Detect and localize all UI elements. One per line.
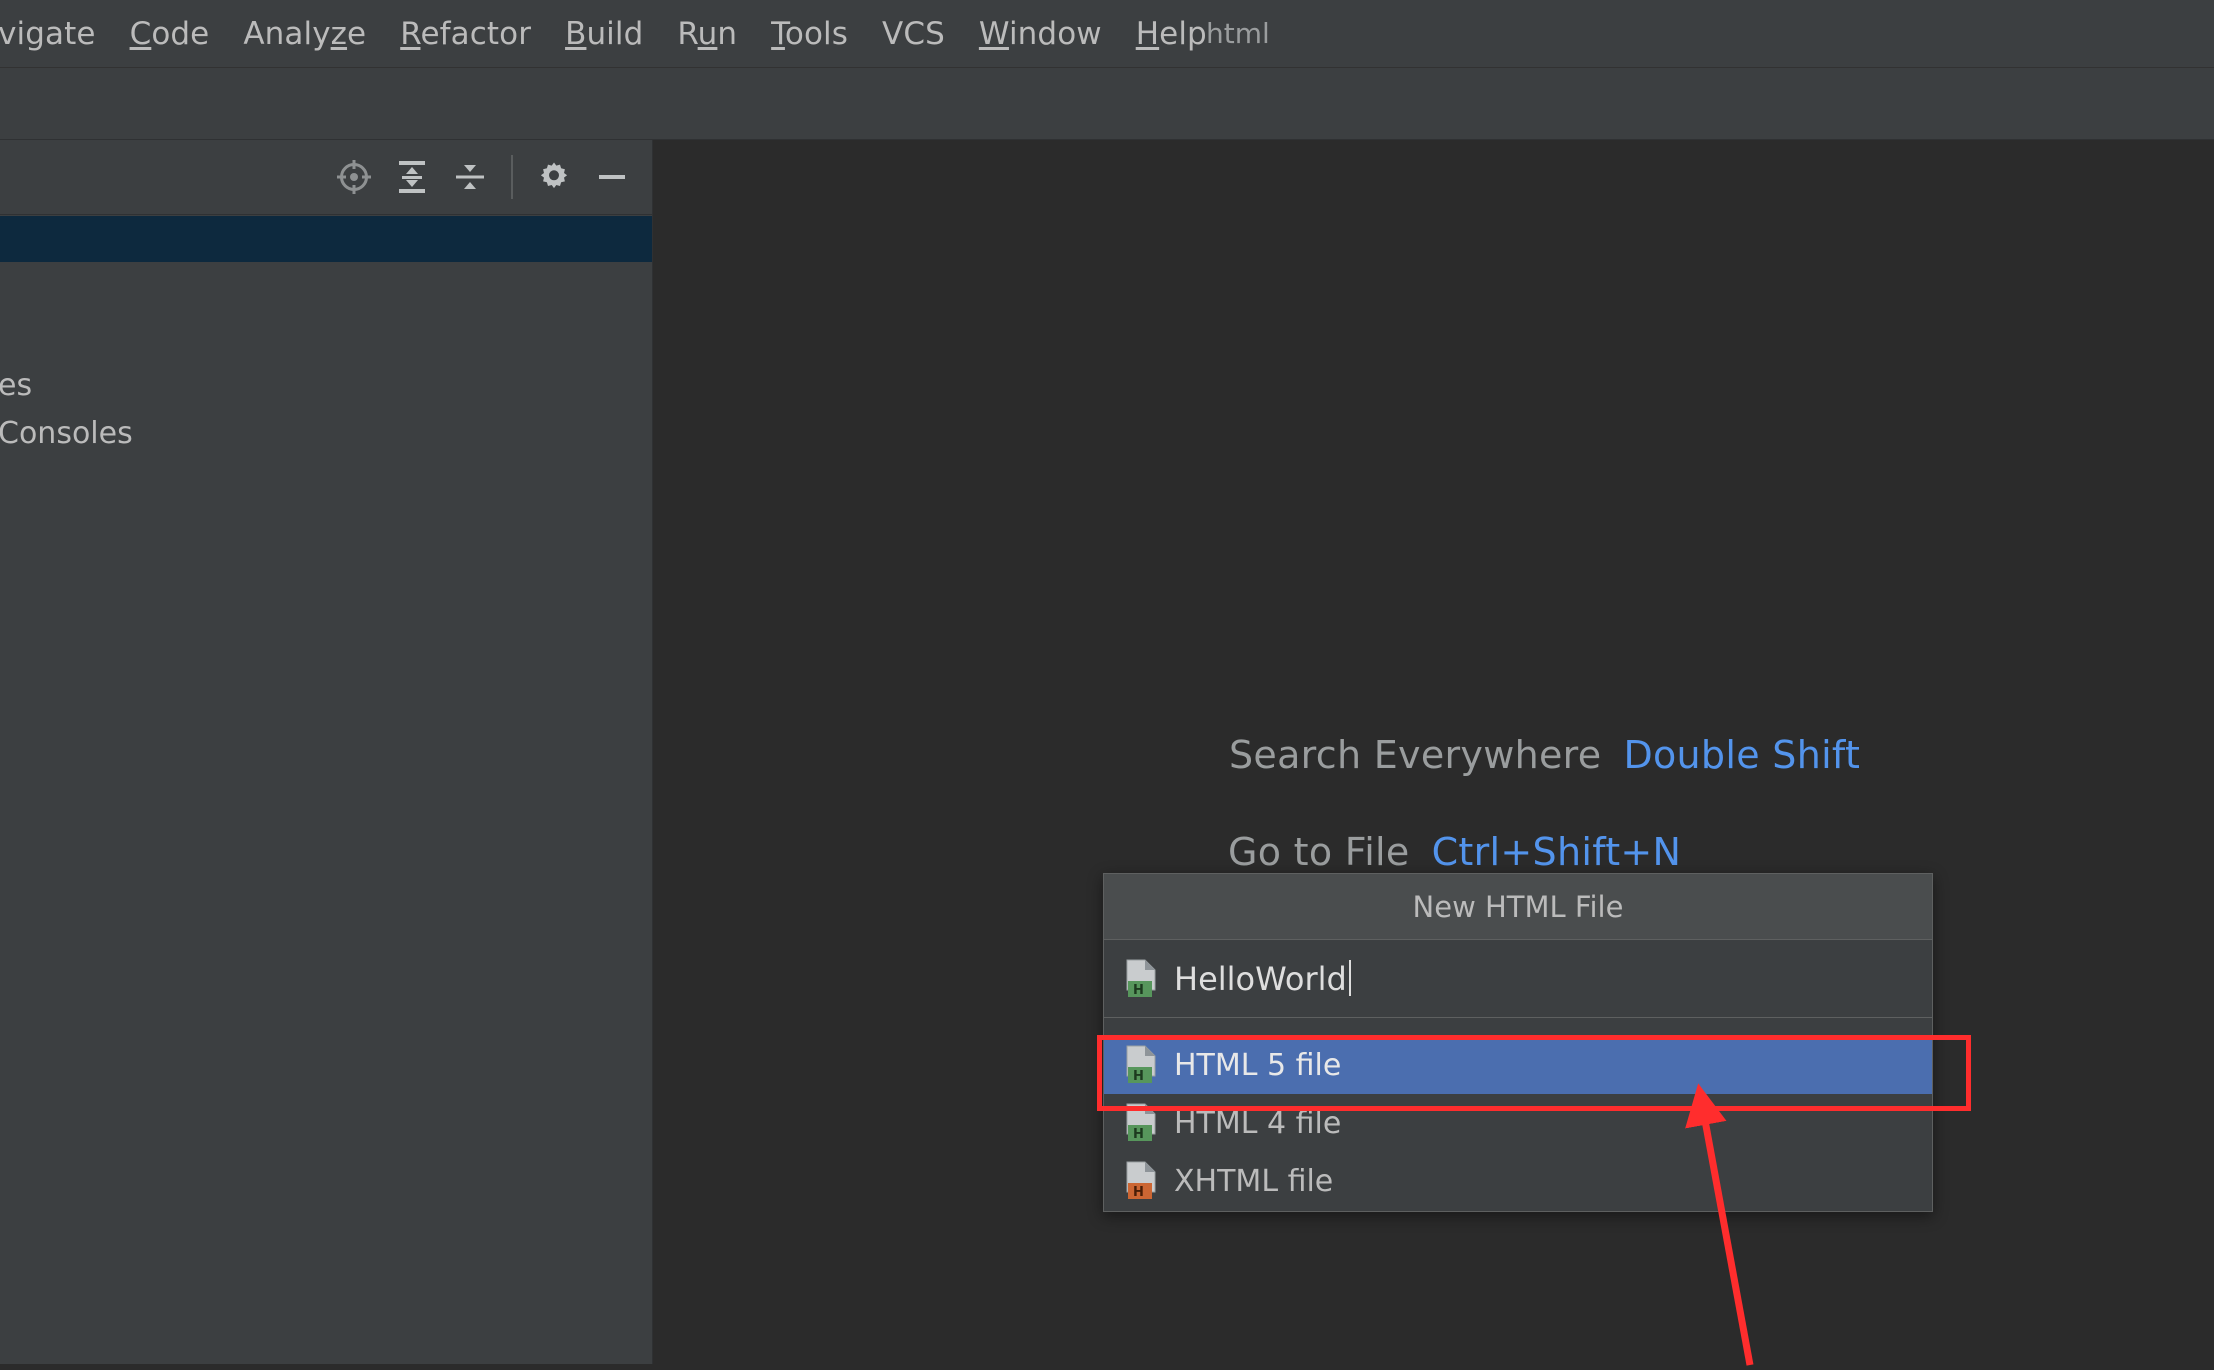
menu-bar-items: avigate Code Analyze Refactor Build Run … [0, 0, 1224, 68]
new-html-file-popup: New HTML File H HelloWorld H HTML 5 file [1103, 873, 1933, 1212]
menu-item-run-mnemonic: u [697, 16, 718, 52]
locate-icon[interactable] [325, 148, 383, 206]
project-panel-toolbar [0, 140, 652, 215]
menu-item-tools-label: ools [784, 16, 849, 52]
menu-item-code[interactable]: Code [113, 0, 227, 68]
project-tool-window: es Consoles [0, 140, 653, 1364]
tree-row-external-libraries-label: es [0, 368, 33, 403]
popup-separator [1104, 1018, 1932, 1036]
minimize-icon[interactable] [583, 148, 641, 206]
menu-item-tools[interactable]: Tools [754, 0, 865, 68]
menu-item-help-mnemonic: H [1135, 16, 1160, 52]
html-file-icon: H [1124, 959, 1158, 999]
tip-search-everywhere-shortcut: Double Shift [1623, 733, 1861, 777]
menu-item-analyze-mnemonic: z [330, 16, 348, 52]
popup-item-html5-file-label: HTML 5 file [1174, 1047, 1342, 1083]
tip-search-everywhere: Search Everywhere Double Shift [1229, 733, 1860, 777]
tip-go-to-file-shortcut: Ctrl+Shift+N [1431, 830, 1682, 874]
tip-go-to-file-action: Go to File [1228, 830, 1410, 874]
tree-row-external-libraries[interactable]: es [0, 368, 32, 403]
html-file-icon: H [1124, 1045, 1158, 1085]
file-name-input-value: HelloWorld [1174, 959, 1351, 998]
tree-row-selected[interactable] [0, 216, 652, 262]
svg-text:H: H [1133, 1185, 1144, 1200]
menu-item-window-mnemonic: W [978, 16, 1009, 52]
menu-item-refactor[interactable]: Refactor [383, 0, 548, 68]
menu-item-code-mnemonic: C [129, 16, 152, 52]
html-file-icon: H [1124, 1103, 1158, 1143]
menu-item-run[interactable]: Run [660, 0, 754, 68]
popup-item-html5-file[interactable]: H HTML 5 file [1104, 1036, 1932, 1094]
menu-item-build-label: uild [586, 16, 644, 52]
menu-item-tools-mnemonic: T [771, 16, 785, 52]
menu-item-vcs[interactable]: VCS [865, 0, 962, 68]
popup-item-xhtml-file-label: XHTML file [1174, 1163, 1334, 1199]
collapse-all-icon[interactable] [441, 148, 499, 206]
menu-item-window-label: indow [1008, 16, 1102, 52]
svg-text:H: H [1133, 983, 1144, 998]
toolbar-separator [511, 155, 513, 199]
xhtml-file-icon: H [1124, 1161, 1158, 1201]
menu-item-help-label: elp [1159, 16, 1207, 52]
svg-text:H: H [1133, 1069, 1144, 1084]
tip-search-everywhere-action: Search Everywhere [1229, 733, 1602, 777]
popup-item-html4-file[interactable]: H HTML 4 file [1104, 1094, 1932, 1152]
menu-bar: avigate Code Analyze Refactor Build Run … [0, 0, 2214, 68]
file-name-input-row[interactable]: H HelloWorld [1104, 940, 1932, 1018]
menu-item-build-mnemonic: B [565, 16, 587, 52]
menu-item-analyze-label-tail: e [347, 16, 367, 52]
tip-go-to-file: Go to File Ctrl+Shift+N [1228, 830, 1681, 874]
expand-all-icon[interactable] [383, 148, 441, 206]
menu-item-run-label-tail: n [717, 16, 738, 52]
menu-item-analyze-label: Analy [243, 16, 331, 52]
menu-item-vcs-label: VCS [882, 16, 945, 52]
menu-item-refactor-label: efactor [420, 16, 532, 52]
popup-item-xhtml-file[interactable]: H XHTML file [1104, 1152, 1932, 1210]
menu-item-navigate-label: avigate [0, 16, 96, 52]
menu-item-refactor-mnemonic: R [400, 16, 421, 52]
menu-item-analyze[interactable]: Analyze [226, 0, 383, 68]
gear-icon[interactable] [525, 148, 583, 206]
menu-item-navigate[interactable]: avigate [0, 0, 113, 68]
navigation-bar-strip [0, 68, 2214, 140]
tree-row-scratches-and-consoles-label: Consoles [0, 416, 133, 451]
menu-item-code-label: ode [151, 16, 210, 52]
context-label: html [1206, 17, 1270, 50]
svg-text:H: H [1133, 1127, 1144, 1142]
menu-item-build[interactable]: Build [548, 0, 660, 68]
popup-title: New HTML File [1104, 874, 1932, 940]
menu-item-window[interactable]: Window [962, 0, 1119, 68]
file-name-input-text: HelloWorld [1174, 959, 1347, 998]
tree-row-scratches-and-consoles[interactable]: Consoles [0, 416, 133, 451]
menu-item-run-label: R [677, 16, 698, 52]
project-tree [0, 216, 652, 262]
popup-item-html4-file-label: HTML 4 file [1174, 1105, 1342, 1141]
text-caret [1348, 959, 1351, 996]
